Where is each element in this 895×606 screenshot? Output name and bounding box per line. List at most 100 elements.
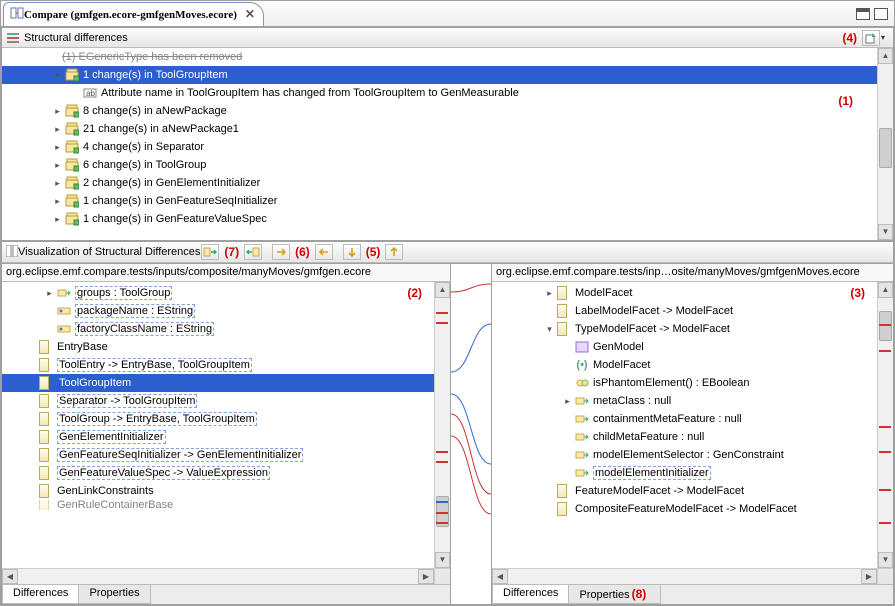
- expander-icon[interactable]: [70, 88, 81, 99]
- class-icon: [39, 412, 53, 426]
- copy-right-to-left-button[interactable]: [244, 244, 262, 260]
- tree-item[interactable]: CompositeFeatureModelFacet -> ModelFacet: [492, 500, 877, 518]
- tree-item[interactable]: factoryClassName : EString: [2, 320, 434, 338]
- expander-icon[interactable]: ▸: [52, 178, 63, 189]
- diff-tree[interactable]: (1) EGenericType has been removed▾1 chan…: [2, 48, 893, 240]
- expander-icon[interactable]: ▸: [44, 288, 55, 299]
- tree-item[interactable]: ▸21 change(s) in aNewPackage1: [2, 120, 877, 138]
- expander-icon[interactable]: ▸: [52, 160, 63, 171]
- tree-item[interactable]: GenModel: [492, 338, 877, 356]
- tree-item[interactable]: ▸2 change(s) in GenElementInitializer: [2, 174, 877, 192]
- editor-tab[interactable]: Compare (gmfgen.ecore-gmfgenMoves.ecore)…: [3, 2, 264, 26]
- tree-item[interactable]: ▾TypeModelFacet -> ModelFacet: [492, 320, 877, 338]
- tree-item[interactable]: childMetaFeature : null: [492, 428, 877, 446]
- tree-item[interactable]: containmentMetaFeature : null: [492, 410, 877, 428]
- expander-icon[interactable]: [562, 468, 573, 479]
- close-tab-icon[interactable]: ✕: [245, 7, 255, 22]
- expander-icon[interactable]: ▾: [52, 70, 63, 81]
- expander-icon[interactable]: [562, 378, 573, 389]
- tree-item[interactable]: ▸8 change(s) in aNewPackage: [2, 102, 877, 120]
- tab-properties[interactable]: Properties: [78, 585, 150, 604]
- copy-left-to-right-button[interactable]: [201, 244, 219, 260]
- tree-item[interactable]: GenLinkConstraints: [2, 482, 434, 500]
- expander-icon[interactable]: ▸: [52, 196, 63, 207]
- export-button[interactable]: [862, 30, 880, 46]
- tree-item[interactable]: FeatureModelFacet -> ModelFacet: [492, 482, 877, 500]
- scrollbar-vertical[interactable]: ▲ ▼: [877, 48, 893, 240]
- tree-item[interactable]: packageName : EString: [2, 302, 434, 320]
- tree-item[interactable]: ▸groups : ToolGroup: [2, 284, 434, 302]
- expander-icon[interactable]: [562, 450, 573, 461]
- left-tree-body[interactable]: ▸groups : ToolGrouppackageName : EString…: [2, 282, 450, 584]
- tree-item[interactable]: ToolGroup -> EntryBase, ToolGroupItem: [2, 410, 434, 428]
- expander-icon[interactable]: [26, 360, 37, 371]
- expander-icon[interactable]: [26, 486, 37, 497]
- expander-icon[interactable]: [44, 324, 55, 335]
- expander-icon[interactable]: ▸: [52, 142, 63, 153]
- tree-item[interactable]: ToolGroupItem: [2, 374, 434, 392]
- expander-icon[interactable]: [26, 500, 37, 510]
- expander-icon[interactable]: ▾: [544, 324, 555, 335]
- class-icon: [557, 484, 571, 498]
- dropdown-arrow-icon[interactable]: ▾: [881, 33, 889, 42]
- expander-icon[interactable]: [544, 504, 555, 515]
- expander-icon[interactable]: [26, 450, 37, 461]
- tree-item[interactable]: GenFeatureValueSpec -> ValueExpression: [2, 464, 434, 482]
- expander-icon[interactable]: [26, 378, 37, 389]
- tree-item[interactable]: ▸1 change(s) in GenFeatureValueSpec: [2, 210, 877, 228]
- tree-item-label: ToolEntry -> EntryBase, ToolGroupItem: [57, 358, 252, 372]
- tab-differences[interactable]: Differences: [492, 585, 569, 604]
- expander-icon[interactable]: [26, 414, 37, 425]
- tree-item[interactable]: isPhantomElement() : EBoolean: [492, 374, 877, 392]
- tree-item[interactable]: Separator -> ToolGroupItem: [2, 392, 434, 410]
- tree-item[interactable]: LabelModelFacet -> ModelFacet: [492, 302, 877, 320]
- prev-change-button[interactable]: [385, 244, 403, 260]
- expander-icon[interactable]: [544, 486, 555, 497]
- next-diff-button[interactable]: [272, 244, 290, 260]
- scroll-up-icon[interactable]: ▲: [878, 48, 893, 64]
- expander-icon[interactable]: ▸: [52, 106, 63, 117]
- tree-item[interactable]: ▸4 change(s) in Separator: [2, 138, 877, 156]
- scrollbar-vertical[interactable]: ▲▼: [877, 282, 893, 568]
- tree-item[interactable]: ▸1 change(s) in GenFeatureSeqInitializer: [2, 192, 877, 210]
- tree-item[interactable]: modelElementInitializer: [492, 464, 877, 482]
- tree-item[interactable]: ToolEntry -> EntryBase, ToolGroupItem: [2, 356, 434, 374]
- tab-differences[interactable]: Differences: [2, 585, 79, 604]
- tree-item[interactable]: EntryBase: [2, 338, 434, 356]
- tree-item[interactable]: GenFeatureSeqInitializer -> GenElementIn…: [2, 446, 434, 464]
- expander-icon[interactable]: ▸: [52, 124, 63, 135]
- tree-item[interactable]: (•)ModelFacet: [492, 356, 877, 374]
- scroll-thumb[interactable]: [879, 128, 892, 168]
- expander-icon[interactable]: ▸: [52, 214, 63, 225]
- expander-icon[interactable]: [26, 342, 37, 353]
- expander-icon[interactable]: [544, 306, 555, 317]
- tree-item[interactable]: ▸metaClass : null: [492, 392, 877, 410]
- tree-item[interactable]: ▸ModelFacet: [492, 284, 877, 302]
- scrollbar-horizontal[interactable]: ◀▶: [492, 568, 877, 584]
- expander-icon[interactable]: [26, 468, 37, 479]
- expander-icon[interactable]: [562, 432, 573, 443]
- expander-icon[interactable]: [26, 432, 37, 443]
- minimize-icon[interactable]: [856, 8, 870, 20]
- prev-diff-button[interactable]: [315, 244, 333, 260]
- tree-item[interactable]: ▸6 change(s) in ToolGroup: [2, 156, 877, 174]
- scrollbar-horizontal[interactable]: ◀▶: [2, 568, 434, 584]
- scroll-down-icon[interactable]: ▼: [878, 224, 893, 240]
- expander-icon[interactable]: [26, 396, 37, 407]
- expander-icon[interactable]: [44, 306, 55, 317]
- tree-item[interactable]: ▾1 change(s) in ToolGroupItem: [2, 66, 877, 84]
- scrollbar-vertical[interactable]: ▲▼: [434, 282, 450, 568]
- tree-item[interactable]: GenRuleContainerBase: [2, 500, 434, 510]
- expander-icon[interactable]: [562, 414, 573, 425]
- next-change-button[interactable]: [343, 244, 361, 260]
- maximize-icon[interactable]: [874, 8, 888, 20]
- tab-properties[interactable]: Properties(8): [568, 585, 661, 604]
- expander-icon[interactable]: ▸: [544, 288, 555, 299]
- expander-icon[interactable]: [562, 360, 573, 371]
- tree-item[interactable]: abAttribute name in ToolGroupItem has ch…: [2, 84, 877, 102]
- expander-icon[interactable]: [562, 342, 573, 353]
- right-tree-body[interactable]: ▸ModelFacetLabelModelFacet -> ModelFacet…: [492, 282, 893, 584]
- tree-item[interactable]: GenElementInitializer: [2, 428, 434, 446]
- tree-item[interactable]: modelElementSelector : GenConstraint: [492, 446, 877, 464]
- expander-icon[interactable]: ▸: [562, 396, 573, 407]
